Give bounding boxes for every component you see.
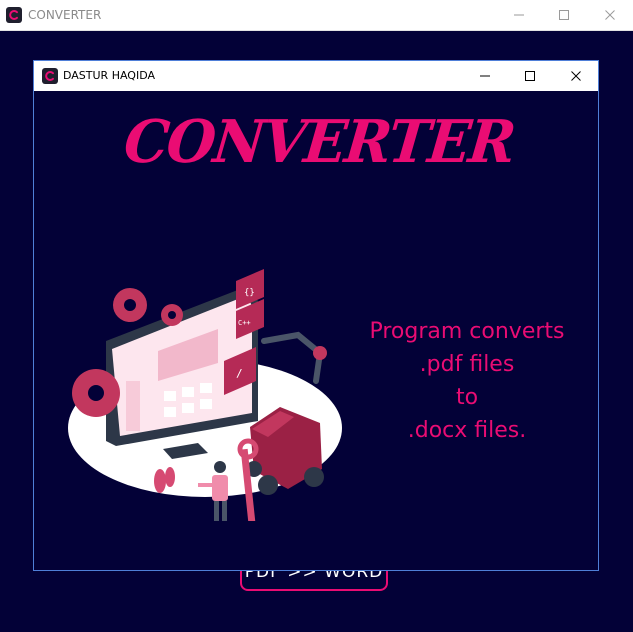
main-window-title: CONVERTER (28, 8, 102, 22)
description-line: to (455, 385, 479, 410)
app-logo-icon (6, 7, 22, 23)
maximize-button[interactable] (549, 3, 579, 27)
dialog-description: Program converts .pdf files to .docx fil… (352, 315, 582, 447)
description-line: Program converts (369, 319, 565, 344)
svg-text:{}: {} (244, 288, 255, 298)
main-titlebar: CONVERTER (0, 0, 633, 31)
dialog-headline: CONVERTER (120, 107, 518, 177)
dialog-titlebar: DASTUR HAQIDA (34, 61, 598, 91)
dialog-title: DASTUR HAQIDA (63, 69, 156, 82)
dialog-maximize-button[interactable] (515, 64, 545, 88)
close-icon (571, 71, 581, 81)
maximize-icon (559, 10, 569, 20)
converter-illustration: {} C++ / (68, 269, 342, 521)
maximize-icon (525, 71, 535, 81)
description-line: .pdf files (419, 352, 515, 377)
minimize-icon (514, 14, 524, 16)
minimize-icon (480, 75, 490, 77)
dialog-close-button[interactable] (561, 64, 591, 88)
about-dialog: DASTUR HAQIDA CONVERTER {} C++ / Program… (33, 60, 599, 571)
dialog-app-logo-icon (42, 68, 58, 84)
svg-text:C++: C++ (238, 319, 251, 327)
dialog-minimize-button[interactable] (470, 64, 500, 88)
svg-text:/: / (236, 367, 243, 380)
dialog-content: CONVERTER {} C++ / Program converts .pdf… (34, 91, 598, 570)
close-icon (605, 10, 615, 20)
minimize-button[interactable] (504, 3, 534, 27)
description-line: .docx files. (407, 418, 527, 443)
close-button[interactable] (595, 3, 625, 27)
